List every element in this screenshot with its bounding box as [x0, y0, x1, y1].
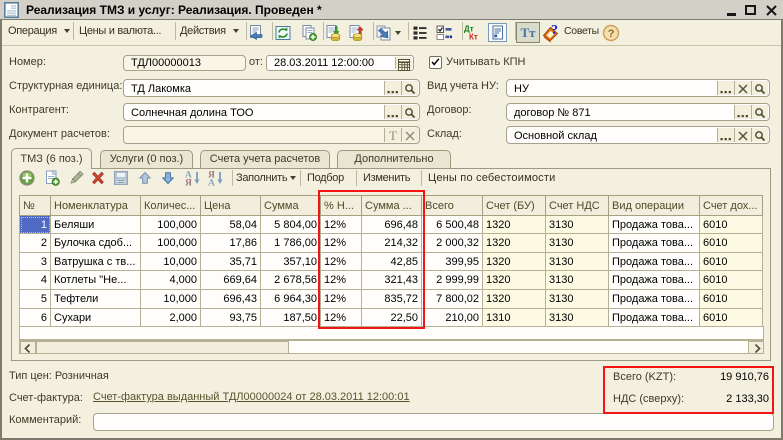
svg-text:?: ? — [608, 28, 615, 40]
svg-text:?: ? — [551, 23, 558, 38]
svg-text:Кт: Кт — [469, 33, 478, 41]
svg-text:А: А — [208, 179, 215, 187]
svg-text:Я: Я — [185, 179, 192, 187]
